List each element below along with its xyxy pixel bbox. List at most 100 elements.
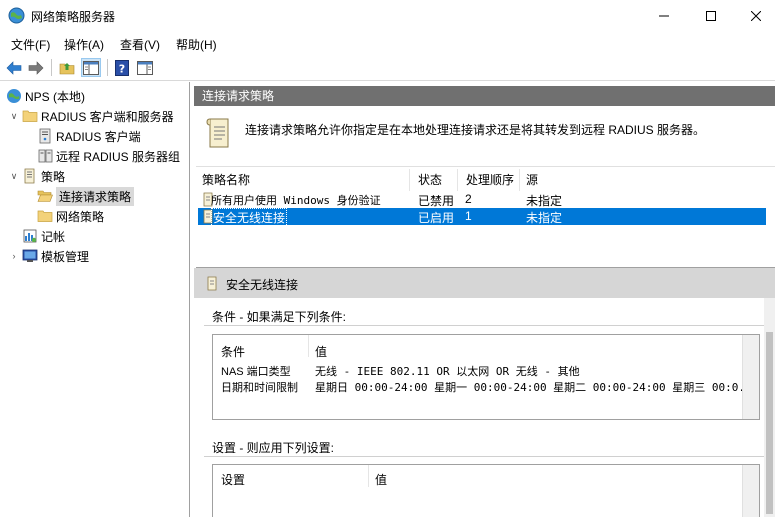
column-header-source[interactable]: 源 bbox=[520, 169, 775, 191]
window-title: 网络策略服务器 bbox=[31, 10, 116, 24]
result-pane: 连接请求策略 连接请求策略允许你指定是在本地处理连接请求还是将其转发到远程 RA… bbox=[194, 82, 775, 517]
condition-name: 日期和时间限制 bbox=[221, 382, 298, 394]
expand-chevron-icon[interactable]: › bbox=[8, 251, 20, 261]
settings-header-value: 值 bbox=[375, 473, 388, 487]
open-folder-icon bbox=[37, 190, 53, 202]
tree-item-nps-local[interactable]: NPS (本地) bbox=[4, 86, 85, 106]
settings-scrollbar[interactable] bbox=[742, 465, 759, 517]
policy-name: 所有用户使用 Windows 身份验证 bbox=[211, 194, 381, 207]
back-button[interactable] bbox=[4, 58, 24, 77]
menu-action[interactable]: 操作(A) bbox=[64, 36, 104, 53]
folder-icon bbox=[22, 110, 38, 122]
detail-header: 安全无线连接 bbox=[194, 268, 775, 298]
detail-scrollbar[interactable] bbox=[764, 298, 775, 517]
menu-view[interactable]: 查看(V) bbox=[120, 36, 160, 53]
menu-file[interactable]: 文件(F) bbox=[11, 36, 50, 53]
policy-scroll-icon bbox=[206, 118, 229, 148]
properties-pane-icon bbox=[137, 60, 153, 75]
table-row[interactable]: 所有用户使用 Windows 身份验证 已禁用 2 未指定 bbox=[198, 191, 766, 208]
tree-item-radius-clients[interactable]: RADIUS 客户端 bbox=[35, 126, 141, 146]
forward-button[interactable] bbox=[26, 58, 46, 77]
tree-item-remote-radius-groups[interactable]: 远程 RADIUS 服务器组 bbox=[35, 146, 180, 166]
condition-value: 星期日 00:00-24:00 星期一 00:00-24:00 星期二 00:0… bbox=[315, 381, 759, 394]
folder-icon bbox=[37, 210, 53, 222]
policy-order: 2 bbox=[465, 192, 472, 206]
up-folder-button[interactable] bbox=[57, 58, 77, 77]
detail-scrollbar-thumb[interactable] bbox=[766, 332, 773, 514]
detail-pane: 安全无线连接 条件 - 如果满足下列条件: 条件 值 NAS 端口类型 无线 -… bbox=[194, 268, 775, 517]
minimize-button[interactable] bbox=[641, 0, 687, 31]
conditions-header-condition: 条件 bbox=[221, 345, 246, 359]
tree-label: 网络策略 bbox=[56, 209, 105, 224]
conditions-scrollbar[interactable] bbox=[742, 335, 759, 419]
detail-body: 条件 - 如果满足下列条件: 条件 值 NAS 端口类型 无线 - IEEE 8… bbox=[194, 298, 764, 517]
title-bar: 网络策略服务器 bbox=[0, 0, 775, 31]
policy-order: 1 bbox=[465, 209, 472, 223]
tree-item-connection-request-policies[interactable]: 连接请求策略 bbox=[35, 186, 135, 206]
description-area: 连接请求策略允许你指定是在本地处理连接请求还是将其转发到远程 RADIUS 服务… bbox=[194, 106, 775, 164]
tree-item-accounting[interactable]: 记帐 bbox=[20, 226, 65, 246]
close-button[interactable] bbox=[733, 0, 775, 31]
policy-name: 安全无线连接 bbox=[211, 208, 288, 227]
nps-server-icon bbox=[7, 89, 21, 103]
column-header-order[interactable]: 处理顺序 bbox=[460, 169, 520, 191]
maximize-icon bbox=[706, 10, 716, 21]
console-tree: NPS (本地) ∨ RADIUS 客户端和服务器 RADIUS 客户端 远程 … bbox=[0, 82, 190, 517]
back-arrow-icon bbox=[6, 60, 22, 75]
tree-label: 记帐 bbox=[41, 229, 66, 244]
policy-status: 已启用 bbox=[418, 211, 455, 225]
settings-table: 设置 值 bbox=[212, 464, 760, 517]
condition-value: 无线 - IEEE 802.11 OR 以太网 OR 无线 - 其他 bbox=[315, 365, 580, 378]
policy-status: 已禁用 bbox=[418, 194, 455, 208]
tree-label: 模板管理 bbox=[41, 249, 90, 264]
menu-help[interactable]: 帮助(H) bbox=[176, 36, 217, 53]
help-button[interactable]: ? bbox=[112, 58, 132, 77]
conditions-label: 条件 - 如果满足下列条件: bbox=[212, 310, 346, 324]
menu-bar: 文件(F) 操作(A) 查看(V) 帮助(H) bbox=[0, 31, 775, 55]
policy-source: 未指定 bbox=[526, 211, 563, 225]
column-header-status[interactable]: 状态 bbox=[412, 169, 458, 191]
maximize-button[interactable] bbox=[688, 0, 734, 31]
collapse-chevron-icon[interactable]: ∨ bbox=[8, 111, 20, 122]
close-icon bbox=[751, 10, 761, 21]
tree-label: 远程 RADIUS 服务器组 bbox=[56, 149, 181, 164]
tree-label: 连接请求策略 bbox=[56, 186, 135, 206]
tree-item-network-policies[interactable]: 网络策略 bbox=[35, 206, 104, 226]
accounting-icon bbox=[23, 229, 37, 243]
column-header-name[interactable]: 策略名称 bbox=[196, 169, 410, 191]
policy-document-icon bbox=[24, 168, 35, 184]
policy-source: 未指定 bbox=[526, 194, 563, 208]
tree-item-radius-clients-servers[interactable]: ∨ RADIUS 客户端和服务器 bbox=[8, 106, 174, 126]
policy-list: 策略名称 状态 处理顺序 源 所有用户使用 Windows 身份验证 已禁用 2… bbox=[196, 166, 775, 268]
show-hide-tree-button[interactable] bbox=[81, 58, 101, 77]
svg-text:?: ? bbox=[119, 62, 125, 75]
conditions-table: 条件 值 NAS 端口类型 无线 - IEEE 802.11 OR 以太网 OR… bbox=[212, 334, 760, 420]
condition-name: NAS 端口类型 bbox=[221, 366, 291, 378]
remote-server-group-icon bbox=[38, 149, 53, 163]
toolbar: ? bbox=[0, 55, 775, 81]
minimize-icon bbox=[659, 15, 669, 16]
up-folder-icon bbox=[59, 63, 75, 75]
policy-icon bbox=[207, 276, 217, 291]
detail-title: 安全无线连接 bbox=[226, 278, 299, 292]
pane-header: 连接请求策略 bbox=[194, 86, 775, 106]
tree-label: RADIUS 客户端 bbox=[56, 129, 141, 144]
tree-item-templates-management[interactable]: › 模板管理 bbox=[8, 246, 90, 266]
tree-item-policies[interactable]: ∨ 策略 bbox=[8, 166, 65, 186]
table-row-selected[interactable]: 安全无线连接 已启用 1 未指定 bbox=[198, 208, 766, 227]
help-icon: ? bbox=[115, 59, 129, 76]
action-pane-button[interactable] bbox=[135, 58, 155, 77]
description-text: 连接请求策略允许你指定是在本地处理连接请求还是将其转发到远程 RADIUS 服务… bbox=[245, 123, 706, 137]
radius-client-icon bbox=[39, 128, 51, 144]
tree-label: NPS (本地) bbox=[25, 89, 86, 104]
settings-label: 设置 - 则应用下列设置: bbox=[212, 441, 334, 455]
tree-label: 策略 bbox=[41, 169, 66, 184]
nps-app-icon bbox=[8, 7, 25, 24]
templates-icon bbox=[22, 249, 38, 262]
settings-header-setting: 设置 bbox=[221, 473, 246, 487]
collapse-chevron-icon[interactable]: ∨ bbox=[8, 171, 20, 182]
conditions-header-value: 值 bbox=[315, 345, 328, 359]
show-hide-tree-icon bbox=[83, 60, 99, 75]
tree-label: RADIUS 客户端和服务器 bbox=[41, 109, 174, 124]
forward-arrow-icon bbox=[28, 60, 44, 75]
